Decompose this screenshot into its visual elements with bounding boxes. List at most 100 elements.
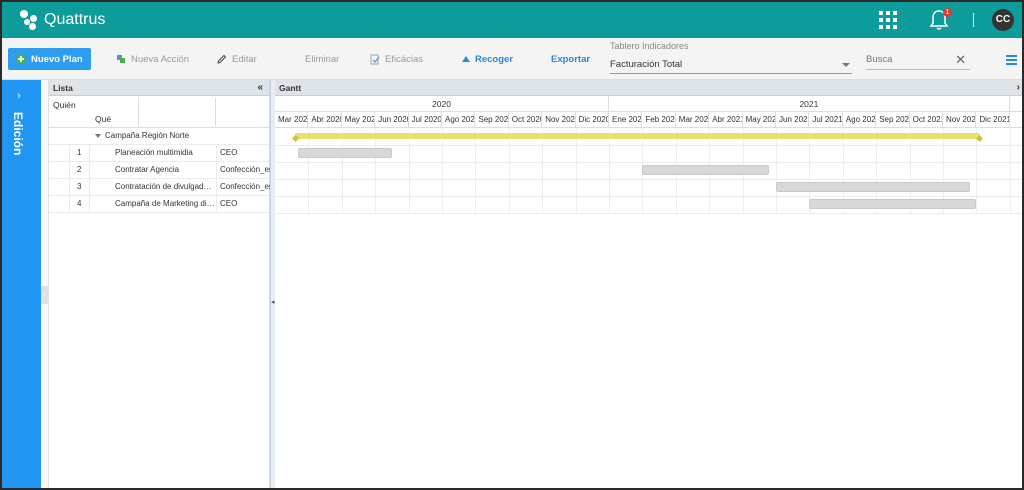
search-input[interactable]: Busca ✕ [866, 52, 970, 70]
row-owner: CEO [220, 199, 238, 208]
edit-button[interactable]: Editar [216, 48, 257, 70]
gantt-month-label: May 2021 [743, 112, 776, 128]
row-owner: Confección_es [220, 165, 270, 174]
list-column-headers: Quién Qué [49, 96, 269, 128]
dashboard-select[interactable]: Facturación Total [610, 56, 852, 74]
gantt-gridline [408, 128, 410, 214]
row-owner: CEO [220, 148, 238, 157]
list-item[interactable]: 1 Planeación multimidia CEO [49, 145, 269, 162]
list-item[interactable]: 4 Campaña de Marketing digi... CEO [49, 196, 269, 213]
gantt-year-label: 2021 [609, 96, 1010, 112]
gantt-gridline [776, 128, 777, 214]
row-number: 1 [77, 148, 82, 157]
export-button[interactable]: Exportar [551, 48, 590, 70]
gantt-gridline [475, 128, 477, 214]
user-avatar[interactable]: CC [992, 9, 1014, 31]
gantt-row-line [275, 213, 1022, 214]
collapse-button[interactable]: Recoger [462, 48, 513, 70]
gantt-month-label: Ene 2021 [609, 112, 643, 128]
gantt-month-label: Abr 2021 [709, 112, 743, 128]
gantt-gridline [375, 128, 377, 214]
gantt-month-label: Nov 2020 [542, 112, 576, 128]
app-logo[interactable]: Quattrus [20, 10, 105, 30]
gantt-month-label: Ago 2021 [843, 112, 877, 128]
menu-icon[interactable] [1006, 55, 1017, 67]
gantt-month-label: May 2020 [342, 112, 376, 128]
gantt-month-label: Sep 2021 [876, 112, 910, 128]
gantt-panel: Gantt › 20202021 Mar 2020Abr 2020May 202… [275, 80, 1022, 488]
app-name: Quattrus [44, 11, 106, 28]
gantt-task-bar[interactable] [642, 165, 770, 175]
apps-grid-icon[interactable] [879, 11, 897, 29]
row-task: Planeación multimidia [115, 148, 193, 157]
gantt-month-header: Mar 2020Abr 2020May 2020Jun 2020Jul 2020… [275, 112, 1022, 128]
gantt-month-label: Jun 2021 [776, 112, 810, 128]
delete-label: Eliminar [305, 53, 340, 65]
gantt-month-label: Feb 2021 [642, 112, 676, 128]
efficacies-button[interactable]: Eficácias [370, 48, 423, 70]
gantt-body [275, 128, 1022, 214]
double-chevron-left-icon[interactable]: « [257, 80, 263, 96]
gantt-gridline [976, 128, 978, 214]
row-task: Contratar Agencia [115, 165, 180, 174]
gantt-summary-bar[interactable] [295, 133, 980, 139]
divider [973, 13, 974, 27]
gantt-row-line [275, 145, 1022, 146]
chevron-right-icon: › [17, 90, 21, 102]
document-check-icon [370, 54, 380, 64]
gantt-month-label: Mar 2021 [676, 112, 710, 128]
gantt-month-label: Nov 2021 [943, 112, 977, 128]
row-number: 2 [77, 165, 82, 174]
column-who[interactable]: Quién [53, 100, 76, 110]
gantt-panel-header: Gantt › [275, 80, 1022, 96]
gantt-month-label: Dic 2020 [576, 112, 609, 128]
row-owner: Confección_es [220, 182, 270, 191]
pencil-icon [217, 54, 227, 64]
gantt-month-label: Oct 2021 [910, 112, 943, 128]
column-what[interactable]: Qué [95, 114, 111, 124]
new-action-button[interactable]: Nueva Acción [116, 48, 189, 70]
search-placeholder: Busca [866, 54, 893, 65]
list-item[interactable]: 3 Contratación de divulgador... Confecci… [49, 179, 270, 196]
splitter-arrow-icon: ◂ [271, 299, 275, 306]
delete-button[interactable]: Eliminar [305, 48, 339, 70]
list-item[interactable]: 2 Contratar Agencia Confección_es [49, 162, 270, 179]
gantt-task-bar[interactable] [298, 148, 392, 158]
new-plan-label: Nuevo Plan [31, 53, 83, 65]
gantt-row-line [275, 196, 1022, 197]
gantt-month-label: Jul 2020 [409, 112, 442, 128]
gantt-row-line [275, 162, 1022, 163]
chevron-down-icon [842, 63, 850, 67]
gantt-month-label: Jun 2020 [375, 112, 409, 128]
gantt-gridline [575, 128, 577, 214]
clear-search-icon[interactable]: ✕ [955, 53, 966, 67]
notifications-button[interactable]: 1 [929, 8, 952, 31]
gantt-month-label: Jul 2021 [809, 112, 843, 128]
triangle-up-icon [462, 56, 470, 62]
expand-triangle-icon[interactable] [95, 134, 101, 138]
gantt-gridline [542, 128, 544, 214]
gantt-gridline [442, 128, 443, 214]
group-row[interactable]: Campaña Región Norte [49, 128, 269, 145]
gantt-summary-end-marker [291, 134, 299, 143]
new-plan-button[interactable]: Nuevo Plan [8, 48, 91, 70]
gantt-task-bar[interactable] [776, 182, 970, 192]
efficacies-label: Eficácias [385, 53, 424, 65]
gantt-gridline [308, 128, 310, 214]
plus-circle-icon [16, 54, 26, 64]
gantt-title: Gantt [279, 83, 302, 93]
row-number: 4 [77, 199, 82, 208]
gantt-month-label: Sep 2020 [475, 112, 509, 128]
edition-side-tab[interactable]: › Edición [2, 80, 41, 488]
gantt-task-bar[interactable] [809, 199, 977, 209]
dashboard-label: Tablero Indicadores [610, 41, 689, 51]
top-bar: Quattrus 1 CC [2, 2, 1022, 38]
collapse-right-icon[interactable]: › [1017, 80, 1020, 96]
expand-handle-icon[interactable]: › [41, 286, 48, 304]
new-action-icon [117, 55, 125, 63]
notification-badge: 1 [943, 8, 952, 17]
dashboard-value: Facturación Total [610, 59, 683, 70]
export-label: Exportar [551, 53, 591, 65]
toolbar: Nuevo Plan Nueva Acción Editar Eliminar … [2, 38, 1022, 80]
gantt-gridline [609, 128, 610, 214]
